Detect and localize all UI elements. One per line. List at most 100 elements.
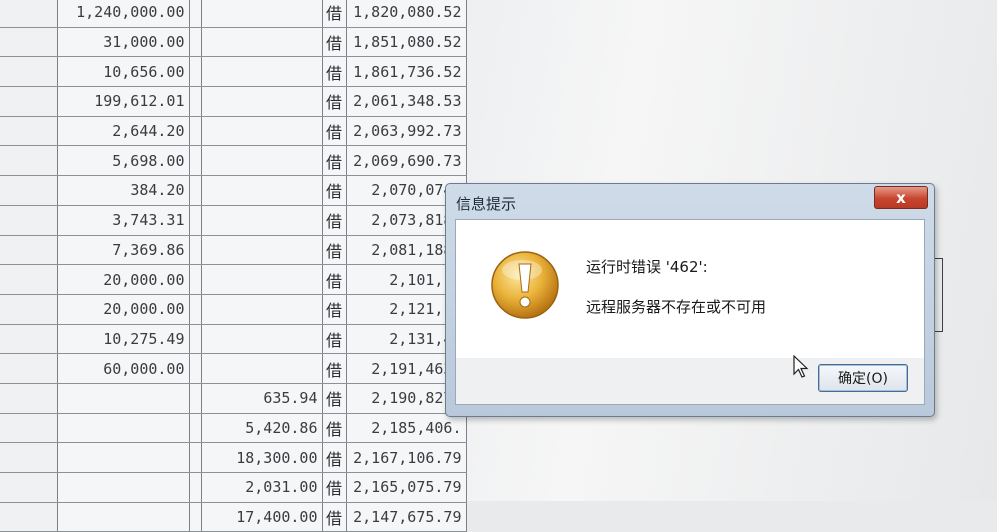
- debit-cell[interactable]: 20,000.00: [57, 264, 190, 295]
- table-row[interactable]: 199,612.01 借 2,061,348.53: [0, 86, 467, 117]
- spacer-cell[interactable]: [189, 0, 202, 28]
- balance-cell[interactable]: 2,061,348.53: [346, 86, 467, 117]
- direction-cell[interactable]: 借: [322, 294, 347, 325]
- debit-cell[interactable]: 31,000.00: [57, 27, 190, 58]
- table-row[interactable]: 10,275.49 借 2,131,46: [0, 324, 467, 355]
- empty-cell[interactable]: [0, 235, 58, 266]
- table-row[interactable]: 7,369.86 借 2,081,188.: [0, 235, 467, 266]
- direction-cell[interactable]: 借: [322, 205, 347, 236]
- direction-cell[interactable]: 借: [322, 383, 347, 414]
- empty-cell[interactable]: [0, 324, 58, 355]
- table-row[interactable]: 635.94 借 2,190,827.: [0, 383, 467, 414]
- direction-cell[interactable]: 借: [322, 86, 347, 117]
- balance-cell[interactable]: 1,851,080.52: [346, 27, 467, 58]
- empty-cell[interactable]: [0, 413, 58, 444]
- credit-cell[interactable]: 18,300.00: [201, 442, 323, 473]
- table-row[interactable]: 5,420.86 借 2,185,406.: [0, 413, 467, 444]
- close-button[interactable]: x: [874, 186, 928, 209]
- balance-cell[interactable]: 1,861,736.52: [346, 56, 467, 88]
- debit-cell[interactable]: 5,698.00: [57, 145, 190, 177]
- balance-cell[interactable]: 1,820,080.52: [346, 0, 467, 28]
- table-row[interactable]: 17,400.00 借 2,147,675.79: [0, 502, 467, 532]
- empty-cell[interactable]: [0, 27, 58, 58]
- direction-cell[interactable]: 借: [322, 145, 347, 177]
- direction-cell[interactable]: 借: [322, 0, 347, 28]
- debit-cell[interactable]: 1,240,000.00: [57, 0, 190, 28]
- spacer-cell[interactable]: [189, 264, 202, 295]
- empty-cell[interactable]: [0, 264, 58, 295]
- spacer-cell[interactable]: [189, 56, 202, 88]
- spacer-cell[interactable]: [189, 472, 202, 503]
- empty-cell[interactable]: [0, 86, 58, 117]
- spacer-cell[interactable]: [189, 145, 202, 177]
- empty-cell[interactable]: [0, 175, 58, 206]
- spacer-cell[interactable]: [189, 235, 202, 266]
- empty-cell[interactable]: [0, 383, 58, 414]
- debit-cell[interactable]: 10,275.49: [57, 324, 190, 355]
- debit-cell[interactable]: [57, 383, 190, 414]
- credit-cell[interactable]: [201, 324, 323, 355]
- table-row[interactable]: 60,000.00 借 2,191,463.: [0, 353, 467, 384]
- debit-cell[interactable]: 20,000.00: [57, 294, 190, 325]
- direction-cell[interactable]: 借: [322, 116, 347, 147]
- credit-cell[interactable]: [201, 353, 323, 384]
- table-row[interactable]: 2,031.00 借 2,165,075.79: [0, 472, 467, 503]
- direction-cell[interactable]: 借: [322, 56, 347, 88]
- spacer-cell[interactable]: [189, 294, 202, 325]
- spacer-cell[interactable]: [189, 353, 202, 384]
- debit-cell[interactable]: 10,656.00: [57, 56, 190, 88]
- spacer-cell[interactable]: [189, 442, 202, 473]
- balance-cell[interactable]: 2,167,106.79: [346, 442, 467, 473]
- balance-cell[interactable]: 2,069,690.73: [346, 145, 467, 177]
- credit-cell[interactable]: [201, 294, 323, 325]
- credit-cell[interactable]: [201, 264, 323, 295]
- table-row[interactable]: 384.20 借 2,070,074.: [0, 175, 467, 206]
- debit-cell[interactable]: [57, 413, 190, 444]
- debit-cell[interactable]: [57, 502, 190, 532]
- empty-cell[interactable]: [0, 472, 58, 503]
- empty-cell[interactable]: [0, 0, 58, 28]
- direction-cell[interactable]: 借: [322, 27, 347, 58]
- table-row[interactable]: 20,000.00 借 2,121,18: [0, 294, 467, 325]
- table-row[interactable]: 20,000.00 借 2,101,18: [0, 264, 467, 295]
- direction-cell[interactable]: 借: [322, 264, 347, 295]
- empty-cell[interactable]: [0, 353, 58, 384]
- empty-cell[interactable]: [0, 294, 58, 325]
- table-row[interactable]: 5,698.00 借 2,069,690.73: [0, 145, 467, 177]
- empty-cell[interactable]: [0, 502, 58, 532]
- direction-cell[interactable]: 借: [322, 413, 347, 444]
- table-row[interactable]: 31,000.00 借 1,851,080.52: [0, 27, 467, 58]
- table-row[interactable]: 2,644.20 借 2,063,992.73: [0, 116, 467, 147]
- debit-cell[interactable]: [57, 442, 190, 473]
- direction-cell[interactable]: 借: [322, 353, 347, 384]
- spacer-cell[interactable]: [189, 383, 202, 414]
- balance-cell[interactable]: 2,165,075.79: [346, 472, 467, 503]
- table-row[interactable]: 3,743.31 借 2,073,818.: [0, 205, 467, 236]
- credit-cell[interactable]: [201, 86, 323, 117]
- credit-cell[interactable]: 2,031.00: [201, 472, 323, 503]
- balance-cell[interactable]: 2,147,675.79: [346, 502, 467, 532]
- credit-cell[interactable]: 635.94: [201, 383, 323, 414]
- direction-cell[interactable]: 借: [322, 472, 347, 503]
- spacer-cell[interactable]: [189, 116, 202, 147]
- ok-button[interactable]: 确定(O): [818, 364, 908, 392]
- direction-cell[interactable]: 借: [322, 175, 347, 206]
- credit-cell[interactable]: [201, 56, 323, 88]
- spacer-cell[interactable]: [189, 175, 202, 206]
- spacer-cell[interactable]: [189, 502, 202, 532]
- credit-cell[interactable]: [201, 27, 323, 58]
- direction-cell[interactable]: 借: [322, 442, 347, 473]
- credit-cell[interactable]: [201, 0, 323, 28]
- spacer-cell[interactable]: [189, 413, 202, 444]
- balance-cell[interactable]: 2,185,406.: [346, 413, 467, 444]
- direction-cell[interactable]: 借: [322, 502, 347, 532]
- spacer-cell[interactable]: [189, 86, 202, 117]
- debit-cell[interactable]: [57, 472, 190, 503]
- spacer-cell[interactable]: [189, 205, 202, 236]
- table-row[interactable]: 18,300.00 借 2,167,106.79: [0, 442, 467, 473]
- debit-cell[interactable]: 3,743.31: [57, 205, 190, 236]
- balance-cell[interactable]: 2,063,992.73: [346, 116, 467, 147]
- debit-cell[interactable]: 384.20: [57, 175, 190, 206]
- spacer-cell[interactable]: [189, 27, 202, 58]
- empty-cell[interactable]: [0, 56, 58, 88]
